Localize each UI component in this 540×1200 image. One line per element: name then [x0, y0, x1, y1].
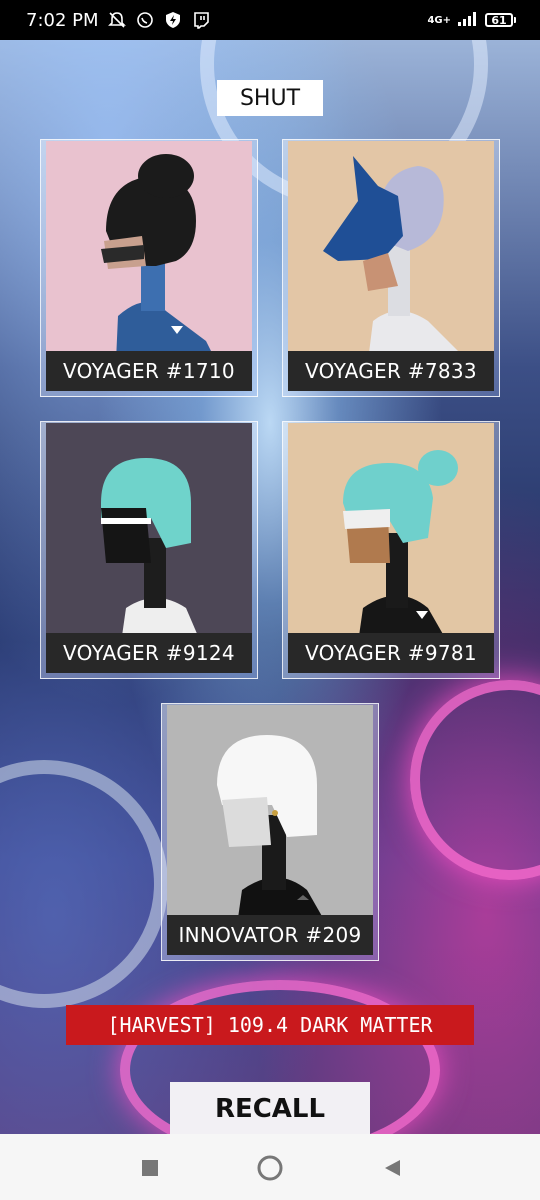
- square-icon[interactable]: [138, 1156, 162, 1180]
- battery-icon: 61: [485, 13, 516, 27]
- battery-level: 61: [485, 13, 513, 27]
- harvest-banner: [HARVEST] 109.4 DARK MATTER: [66, 1005, 474, 1045]
- nft-artwork: [288, 141, 494, 361]
- shut-button[interactable]: SHUT: [217, 80, 323, 116]
- nft-artwork: [167, 705, 373, 925]
- shield-bolt-icon: [163, 10, 183, 30]
- bell-off-icon: [107, 10, 127, 30]
- nft-card[interactable]: VOYAGER #7833: [282, 139, 500, 397]
- background-neon-ring: [410, 680, 540, 880]
- nft-card[interactable]: INNOVATOR #209: [161, 703, 379, 961]
- nft-card-label: VOYAGER #7833: [288, 351, 494, 391]
- circle-home-icon[interactable]: [257, 1155, 283, 1181]
- navigation-bar: [0, 1134, 540, 1200]
- nft-card[interactable]: VOYAGER #9781: [282, 421, 500, 679]
- clock: 7:02 PM: [26, 9, 99, 31]
- app-screen: SHUT VOYAGER #1710 VOYAGER #7833 VOYAGER…: [0, 40, 540, 1134]
- status-bar: 7:02 PM 4G+ 61: [0, 0, 540, 40]
- nft-card-label: INNOVATOR #209: [167, 915, 373, 955]
- nft-artwork: [46, 423, 252, 643]
- nft-card-label: VOYAGER #9124: [46, 633, 252, 673]
- recall-button[interactable]: RECALL: [170, 1082, 370, 1134]
- nft-card-label: VOYAGER #9781: [288, 633, 494, 673]
- network-type: 4G+: [427, 14, 451, 26]
- nft-artwork: [46, 141, 252, 361]
- nft-artwork: [288, 423, 494, 643]
- background-ring: [0, 760, 168, 1008]
- whatsapp-icon: [135, 10, 155, 30]
- twitch-icon: [191, 10, 211, 30]
- nft-card[interactable]: VOYAGER #1710: [40, 139, 258, 397]
- nft-card-label: VOYAGER #1710: [46, 351, 252, 391]
- signal-icon: [457, 11, 479, 30]
- triangle-back-icon[interactable]: [380, 1156, 404, 1180]
- nft-card[interactable]: VOYAGER #9124: [40, 421, 258, 679]
